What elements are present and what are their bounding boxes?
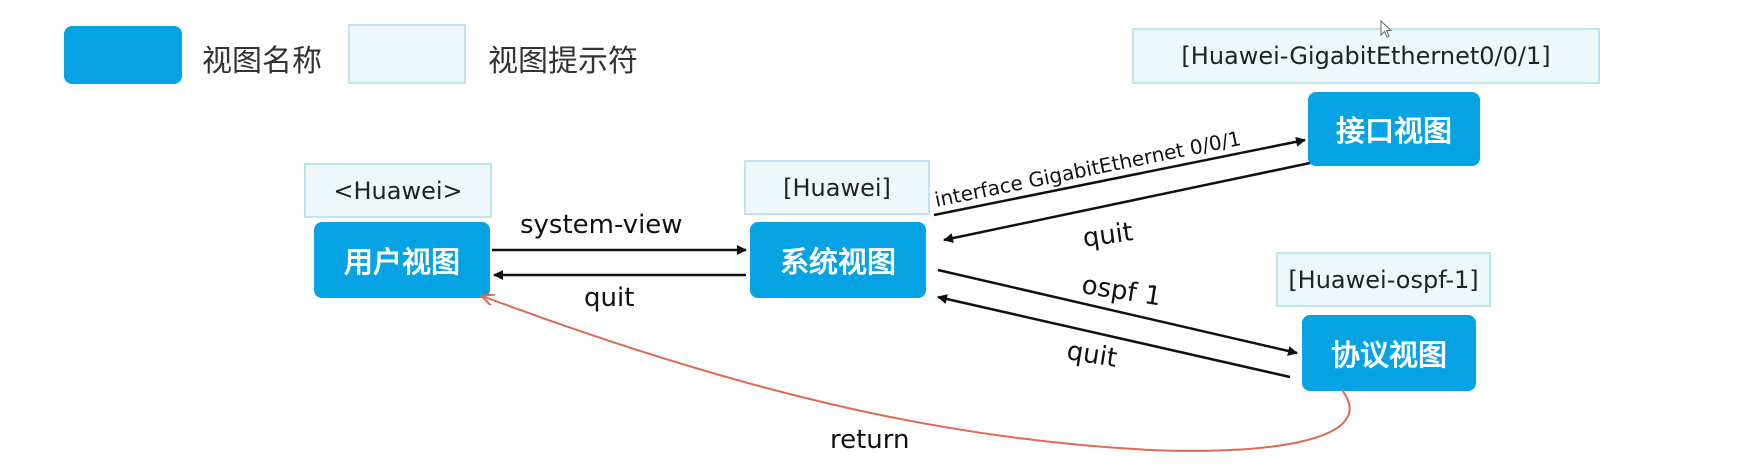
- label-quit-user: quit: [584, 283, 635, 313]
- arrows-layer: [0, 136, 1351, 452]
- label-return: return: [830, 425, 910, 455]
- label-system-view: system-view: [520, 210, 683, 240]
- diagram-canvas: 视图名称 视图提示符 <Huawei> [Huawei] [Huawei-Gig…: [0, 0, 1762, 466]
- arrow-protocol-to-user: [482, 296, 1351, 452]
- mouse-cursor-icon: [1380, 20, 1393, 38]
